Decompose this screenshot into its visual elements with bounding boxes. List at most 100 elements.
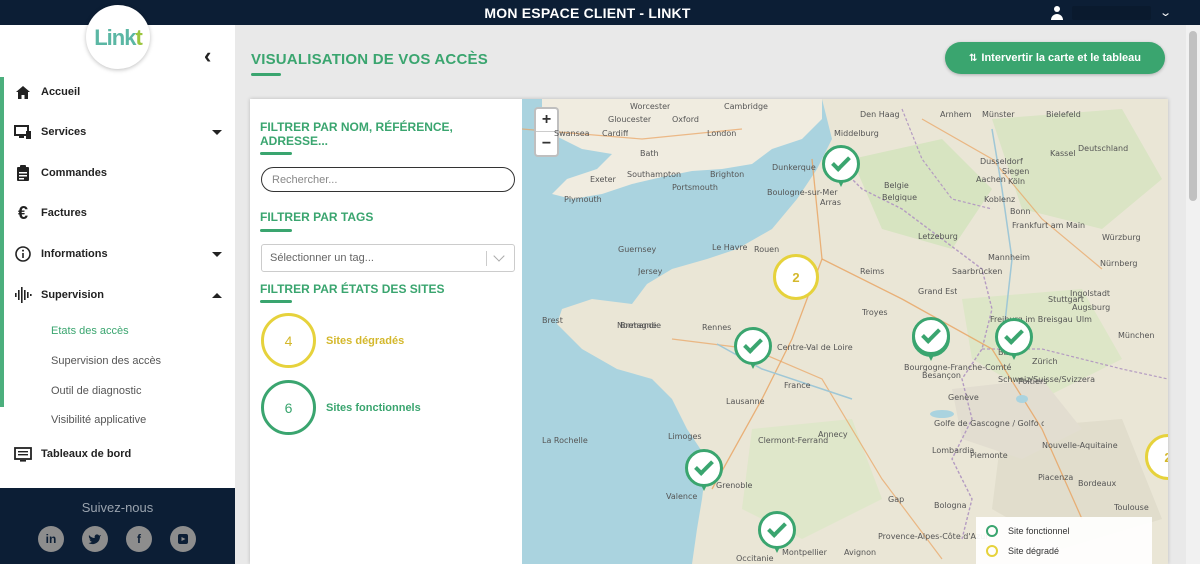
map-place-label: Le Havre [712, 243, 748, 252]
swap-map-table-button[interactable]: ⇅ Intervertir la carte et le tableau [945, 42, 1165, 74]
map-place-label: La Rochelle [542, 436, 588, 445]
map-place-label: München [1118, 331, 1155, 340]
map-place-label: Arras [820, 198, 841, 207]
page-title: VISUALISATION DE VOS ACCÈS [251, 51, 488, 68]
map-place-label: Köln [1008, 177, 1026, 186]
caret-up-icon [212, 292, 222, 298]
map-place-label: Middelburg [834, 129, 879, 138]
map-place-label: Ulm [1076, 315, 1092, 324]
map-place-label: Belgie [884, 181, 909, 190]
map-place-label: Provence-Alpes-Côte d'Azur [878, 532, 988, 541]
chevron-down-icon[interactable]: ⌄ [1159, 6, 1172, 19]
filter-degraded-sites[interactable]: 4 Sites dégradés [261, 313, 404, 368]
check-icon [921, 324, 941, 344]
services-icon [14, 123, 32, 141]
site-pin-functional[interactable] [734, 327, 772, 375]
map-place-label: Stuttgart [1048, 295, 1084, 304]
map-place-label: Toulouse [1114, 503, 1149, 512]
map-place-label: Koblenz [984, 195, 1016, 204]
user-icon [1050, 5, 1064, 20]
map-legend: Site fonctionnel Site dégradé [976, 517, 1152, 564]
youtube-icon[interactable] [170, 526, 196, 552]
sidebar-subitem-visibilite-applicative[interactable]: Visibilité applicative [51, 414, 146, 426]
map-place-label: Centre-Val de Loire [777, 343, 853, 352]
sidebar-item-factures[interactable]: € Factures [0, 195, 235, 231]
map-place-label: Kassel [1050, 149, 1076, 158]
filter-name-underline [260, 152, 292, 155]
sidebar-item-accueil[interactable]: Accueil [0, 74, 235, 110]
map-place-label: Bielefeld [1046, 110, 1081, 119]
map-place-label: Deutschland [1078, 144, 1129, 153]
sidebar-item-tableaux-de-bord[interactable]: Tableaux de bord [0, 436, 235, 472]
caret-down-icon [212, 251, 222, 257]
check-icon [694, 456, 714, 476]
site-pin-functional[interactable] [822, 145, 860, 193]
map-place-label: Golfe de Gascogne / Golfo de Vizcaya [934, 419, 1044, 428]
collapse-sidebar-icon[interactable]: ‹ [204, 43, 211, 69]
map-place-label: Bretagne [620, 321, 657, 330]
sidebar-subitem-outil-diagnostic[interactable]: Outil de diagnostic [51, 385, 142, 397]
facebook-icon[interactable]: f [126, 526, 152, 552]
map-place-label: Troyes [862, 308, 888, 317]
page-scrollbar[interactable] [1186, 25, 1200, 564]
legend-degraded-icon [986, 545, 998, 557]
map-place-label: Piemonte [970, 451, 1008, 460]
map-place-label: Cambridge [724, 102, 768, 111]
sidebar-item-commandes[interactable]: Commandes [0, 155, 235, 191]
map-place-label: Saarbrücken [952, 267, 1003, 276]
map-place-label: Besançon [922, 371, 961, 380]
chevron-down-icon [493, 250, 505, 262]
map-place-label: Avignon [844, 548, 877, 557]
social-label: Suivez-nous [81, 500, 154, 515]
sidebar-subitem-etats-acces[interactable]: Etats des accès [51, 325, 129, 337]
check-icon [767, 518, 787, 538]
map-place-label: Annecy [818, 430, 848, 439]
search-input[interactable]: Rechercher... [261, 167, 515, 192]
map-view[interactable]: + − Worcester Cambridge Gloucester Oxford Sw… [522, 99, 1168, 564]
site-pin-functional[interactable] [995, 318, 1033, 366]
functional-count-badge: 6 [261, 380, 316, 435]
tag-select[interactable]: Sélectionner un tag... [261, 244, 515, 272]
sidebar-item-supervision[interactable]: Supervision [0, 277, 235, 313]
check-icon [831, 152, 851, 172]
map-place-label: Worcester [630, 102, 671, 111]
linkt-logo[interactable]: Linkt [86, 5, 150, 69]
site-pin-functional[interactable] [758, 511, 796, 559]
map-place-label: Oxford [672, 115, 699, 124]
logo-text: Linkt [94, 25, 143, 50]
twitter-icon[interactable] [82, 526, 108, 552]
site-pin-functional[interactable] [912, 317, 950, 365]
map-place-label: Siegen [1002, 167, 1030, 176]
clipboard-icon [14, 164, 32, 182]
swap-arrows-icon: ⇅ [969, 52, 978, 64]
map-place-label: Belgique [882, 193, 918, 202]
filter-states-title: FILTRER PAR ÉTATS DES SITES [260, 282, 445, 296]
caret-down-icon [212, 129, 222, 135]
degraded-cluster[interactable]: 2 [773, 254, 819, 300]
check-icon [743, 334, 763, 354]
linkedin-icon[interactable]: in [38, 526, 64, 552]
sidebar-item-services[interactable]: Services [0, 114, 235, 150]
map-place-label: Guernsey [618, 245, 657, 254]
filter-tags-title: FILTRER PAR TAGS [260, 210, 374, 224]
filter-functional-sites[interactable]: 6 Sites fonctionnels [261, 380, 421, 435]
map-place-label: Arnhem [940, 110, 972, 119]
map-place-label: Gloucester [608, 115, 652, 124]
map-place-label: Nouvelle-Aquitaine [1042, 441, 1118, 450]
euro-icon: € [17, 202, 28, 223]
map-place-label: Lausanne [726, 397, 765, 406]
map-place-label: Münster [982, 110, 1015, 119]
map-place-label: Nürnberg [1100, 259, 1138, 268]
site-pin-functional[interactable] [685, 449, 723, 497]
map-place-label: Exeter [590, 175, 616, 184]
map-place-label: Frankfurt am Main [1012, 221, 1086, 230]
dashboard-icon [14, 445, 32, 463]
sidebar: Linkt ‹ Accueil Services Commandes € Fac… [0, 5, 235, 564]
sidebar-item-informations[interactable]: Informations [0, 236, 235, 272]
user-menu[interactable]: ⌄ [1050, 4, 1172, 21]
sidebar-subitem-supervision-acces[interactable]: Supervision des accès [51, 355, 161, 367]
map-place-label: Grand Est [918, 287, 958, 296]
map-place-label: Poitiers [1018, 377, 1048, 386]
map-place-label: Letzeburg [918, 232, 958, 241]
filter-states-underline [260, 300, 292, 303]
